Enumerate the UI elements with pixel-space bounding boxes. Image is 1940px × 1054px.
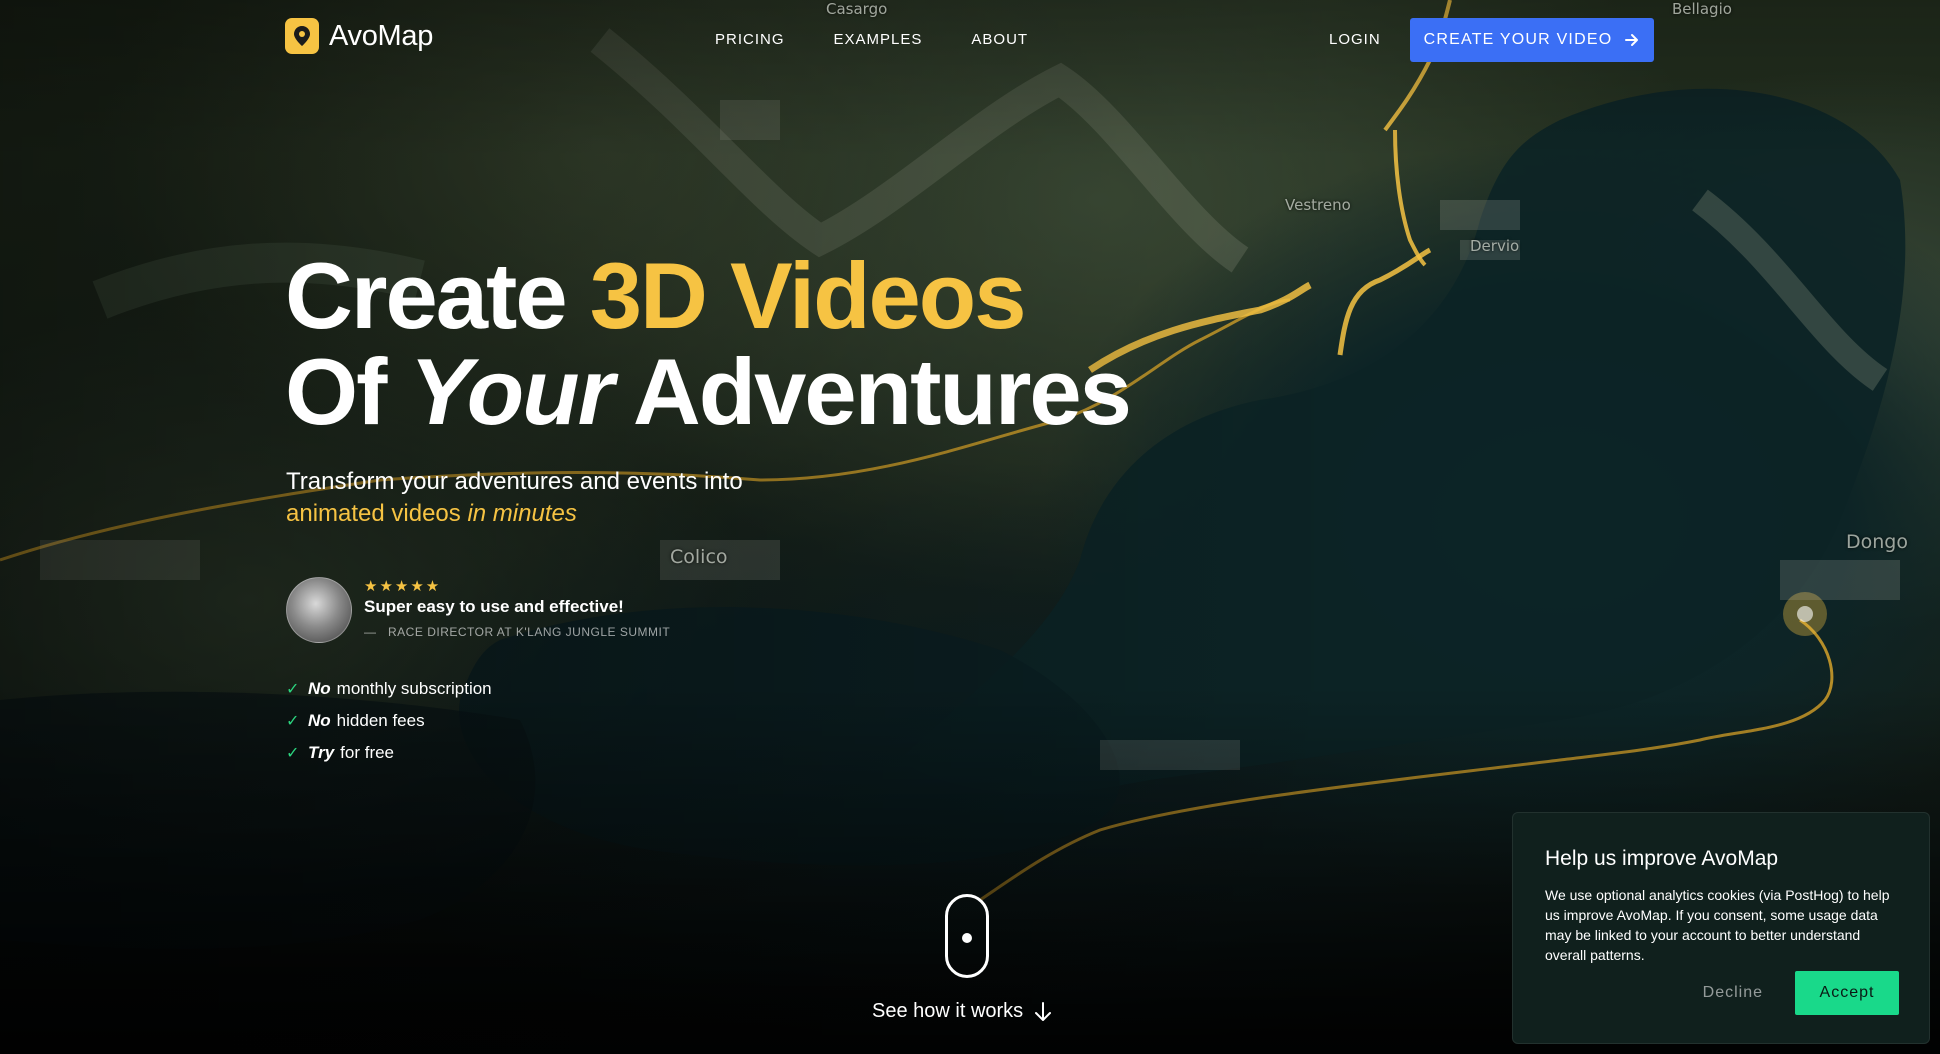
feature-text: monthly subscription <box>336 679 492 698</box>
logo[interactable]: AvoMap <box>285 18 433 54</box>
testimonial-quote: Super easy to use and effective! <box>364 597 624 616</box>
cookie-consent-panel: Help us improve AvoMap We use optional a… <box>1512 812 1930 1044</box>
scroll-mouse-dot <box>962 933 972 943</box>
nav-pricing[interactable]: PRICING <box>715 31 785 48</box>
feature-item: ✓ Try for free <box>286 737 492 769</box>
see-how-it-works-label: See how it works <box>872 1000 1024 1022</box>
hero-headline: Create 3D Videos Of Your Adventures <box>285 248 1132 440</box>
avomap-logo-icon <box>285 18 319 54</box>
feature-emphasis: Try <box>308 743 335 762</box>
check-icon: ✓ <box>286 745 300 762</box>
avatar <box>286 577 352 643</box>
main-nav: PRICING EXAMPLES ABOUT <box>715 31 1028 48</box>
create-video-button[interactable]: CREATE YOUR VIDEO <box>1410 18 1654 62</box>
nav-examples[interactable]: EXAMPLES <box>834 31 923 48</box>
landing-page: Casargo Bellagio Vestreno Dervio Colico … <box>0 0 1940 1054</box>
cookie-body: We use optional analytics cookies (via P… <box>1545 887 1890 963</box>
check-icon: ✓ <box>286 713 300 730</box>
subtitle-animated-videos: animated videos <box>286 500 468 527</box>
feature-emphasis: No <box>308 679 331 698</box>
cookie-title: Help us improve AvoMap <box>1545 847 1779 870</box>
cookie-actions: Decline Accept <box>1699 971 1899 1015</box>
map-label-bellagio: Bellagio <box>1672 0 1732 18</box>
check-icon: ✓ <box>286 681 300 698</box>
hero-subtitle: Transform your adventures and events int… <box>286 466 743 530</box>
testimonial-body: ★★★★★ Super easy to use and effective! —… <box>364 577 670 639</box>
feature-text: for free <box>340 743 395 762</box>
feature-text: hidden fees <box>336 711 425 730</box>
arrow-right-icon <box>1625 34 1639 46</box>
see-how-it-works-link[interactable]: See how it works <box>872 1000 1053 1023</box>
rating-stars: ★★★★★ <box>364 577 442 595</box>
testimonial-author-text: RACE DIRECTOR AT K'LANG JUNGLE SUMMIT <box>388 625 671 639</box>
feature-item: ✓ No monthly subscription <box>286 673 492 705</box>
create-video-label: CREATE YOUR VIDEO <box>1423 31 1613 48</box>
feature-emphasis: No <box>308 711 331 730</box>
map-label-vestreno: Vestreno <box>1285 196 1351 214</box>
decline-button[interactable]: Decline <box>1699 984 1767 1002</box>
map-label-dongo: Dongo <box>1846 531 1908 553</box>
feature-list: ✓ No monthly subscription ✓ No hidden fe… <box>286 673 492 769</box>
subtitle-line-2: animated videos in minutes <box>286 498 743 530</box>
testimonial: ★★★★★ Super easy to use and effective! —… <box>286 577 670 643</box>
nav-about[interactable]: ABOUT <box>971 31 1028 48</box>
headline-3d-videos: 3D Videos <box>589 243 1027 348</box>
scroll-mouse-icon[interactable] <box>945 894 989 978</box>
map-label-casargo: Casargo <box>826 0 888 18</box>
subtitle-line-1: Transform your adventures and events int… <box>286 468 743 495</box>
arrow-down-icon <box>1035 1001 1052 1021</box>
feature-item: ✓ No hidden fees <box>286 705 492 737</box>
map-label-colico: Colico <box>670 546 728 568</box>
headline-of: Of <box>285 339 410 444</box>
accept-button[interactable]: Accept <box>1795 971 1899 1015</box>
testimonial-author: — RACE DIRECTOR AT K'LANG JUNGLE SUMMIT <box>364 625 671 639</box>
headline-adventures: Adventures <box>612 339 1132 444</box>
subtitle-in-minutes: in minutes <box>467 500 577 527</box>
headline-your: Your <box>409 339 615 444</box>
logo-text: AvoMap <box>329 19 434 52</box>
map-label-dervio: Dervio <box>1470 237 1520 255</box>
headline-create: Create <box>285 243 590 348</box>
login-link[interactable]: LOGIN <box>1329 31 1381 48</box>
